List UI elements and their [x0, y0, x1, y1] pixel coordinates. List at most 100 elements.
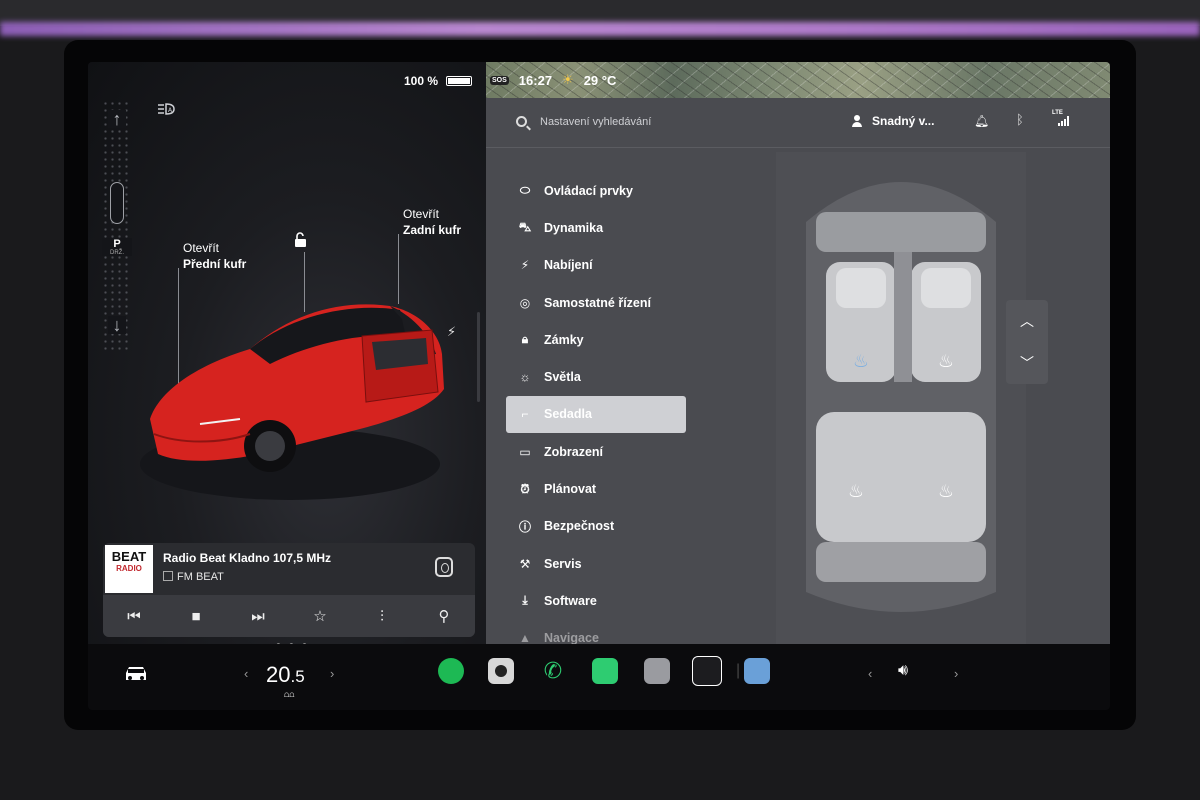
station-name: Radio Beat Kladno 107,5 MHz	[163, 551, 332, 565]
seat-heater-view: ♨ ♨ ♨ ♨	[776, 152, 1026, 644]
sun-icon: ☀	[562, 72, 574, 87]
settings-menu-label: Dynamika	[544, 220, 604, 235]
unlock-icon[interactable]	[293, 232, 307, 247]
driver-profile-button[interactable]: Snadný v...	[852, 114, 934, 128]
front-trunk-action: Otevřít	[183, 241, 220, 255]
notification-bell-icon[interactable]: 🔔︎	[974, 114, 989, 128]
seat-heat-driver-icon[interactable]: ♨	[853, 351, 869, 372]
seat-heat-rear-left-icon[interactable]: ♨	[848, 481, 864, 502]
settings-menu-item-sedadla[interactable]: ⌐ Sedadla	[506, 395, 686, 434]
settings-menu-item-zámky[interactable]: 🔒︎ Zámky	[506, 321, 686, 358]
alert-icon: ⓘ	[518, 519, 531, 534]
car-icon[interactable]	[122, 664, 150, 689]
settings-header: Snadný v... 🔔︎ ᛒ LTE	[486, 98, 1110, 148]
previous-icon[interactable]: ⏮	[119, 608, 149, 625]
ambient-light	[0, 22, 1200, 36]
steering-wheel-icon: ◎	[519, 295, 531, 310]
wrench-icon: ⚒	[519, 556, 531, 571]
settings-menu-label: Světla	[544, 370, 581, 385]
search-icon[interactable]: ⚲	[429, 607, 459, 625]
settings-menu-item-dynamika[interactable]: ⛍ Dynamika	[506, 209, 686, 246]
settings-menu-label: Samostatné řízení	[544, 295, 651, 310]
toggle-icon: ⬭	[519, 183, 531, 198]
media-player[interactable]: BEAT RADIO Radio Beat Kladno 107,5 MHz F…	[103, 543, 475, 637]
volume-down-icon[interactable]: ‹	[868, 666, 872, 681]
settings-menu-item-světla[interactable]: ☼ Světla	[506, 358, 686, 395]
gear-indicator: P DRŽ.	[102, 238, 132, 256]
next-icon[interactable]: ⏭	[243, 608, 273, 625]
signal-bars-icon	[1058, 116, 1072, 126]
car-3d-view	[140, 304, 444, 500]
phone-icon[interactable]: ✆	[540, 658, 566, 684]
temp-up-icon[interactable]: ›	[330, 666, 334, 681]
app-launcher-icon[interactable]	[692, 656, 722, 686]
favorite-star-icon[interactable]: ☆	[305, 607, 335, 625]
seat-icon: ⌐	[521, 407, 529, 422]
bluetooth-icon[interactable]: ᛒ	[1016, 112, 1024, 127]
settings-menu-item-bezpečnost[interactable]: ⓘ Bezpečnost	[506, 508, 686, 545]
volume-up-icon[interactable]: ›	[954, 666, 958, 681]
status-bar: SOS 16:27 ☀ 29 °C	[490, 72, 616, 88]
equalizer-icon[interactable]: ⫶	[367, 608, 397, 625]
volume-icon[interactable]: 🔊︎	[898, 662, 908, 680]
sos-icon[interactable]: SOS	[490, 75, 509, 85]
settings-menu-item-plánovat[interactable]: ⏰︎ Plánovat	[506, 470, 686, 507]
settings-menu-item-samostatné-řízení[interactable]: ◎ Samostatné řízení	[506, 284, 686, 321]
settings-search-input[interactable]	[540, 112, 780, 132]
user-icon	[852, 115, 862, 127]
driver-profile-name: Snadný v...	[872, 114, 935, 128]
station-logo: BEAT RADIO	[105, 545, 153, 593]
settings-panel: Snadný v... 🔔︎ ᛒ LTE ⬭ Ovládací prvky ⛍ Dyn…	[486, 98, 1110, 645]
settings-menu-label: Zámky	[544, 332, 584, 347]
settings-menu-label: Software	[544, 593, 597, 608]
rear-seat[interactable]	[816, 412, 986, 542]
settings-menu-label: Ovládací prvky	[544, 183, 633, 198]
radio-source-icon[interactable]	[435, 557, 453, 577]
chevron-up-icon[interactable]: ︿	[1006, 300, 1048, 342]
auto-headlights-icon: A	[156, 102, 178, 119]
dock-divider: |	[736, 662, 741, 679]
download-icon: ⤓	[522, 593, 528, 608]
settings-menu-item-nabíjení[interactable]: ⚡ Nabíjení	[506, 247, 686, 284]
settings-menu-item-ovládací-prvky[interactable]: ⬭ Ovládací prvky	[506, 172, 686, 209]
front-trunk-button[interactable]: Otevřít Přední kufr	[183, 240, 246, 272]
car-icon: ⛍	[518, 219, 532, 234]
fm-icon	[163, 571, 173, 581]
clock: 16:27	[518, 72, 553, 88]
seat-heat-icon: ⩍⩍	[284, 690, 295, 699]
gear-dots	[102, 100, 132, 350]
charts-icon[interactable]	[592, 658, 618, 684]
seat-heat-rear-right-icon[interactable]: ♨	[938, 481, 954, 502]
stop-icon[interactable]: ■	[181, 608, 211, 625]
media-controls: ⏮ ■ ⏭ ☆ ⫶ ⚲	[103, 595, 475, 637]
dashcam-icon[interactable]	[644, 658, 670, 684]
camera-icon[interactable]	[488, 658, 514, 684]
seat-heat-passenger-icon[interactable]: ♨	[938, 351, 954, 372]
rear-trunk-button[interactable]: Otevřít Zadní kufr	[403, 206, 461, 238]
settings-menu-item-software[interactable]: ⤓ Software	[506, 582, 686, 619]
settings-menu-label: Sedadla	[544, 407, 592, 422]
settings-menu-label: Nabíjení	[544, 258, 593, 273]
cabin-temperature[interactable]: 20.5	[266, 662, 305, 688]
mini-car-icon	[110, 182, 124, 224]
touchscreen: ↑ P DRŽ. ↓ A 100 % Otevřít Přední kufr Ot…	[88, 62, 1110, 710]
navigation-app-icon[interactable]	[744, 658, 770, 684]
gear-selector[interactable]: ↑ P DRŽ. ↓	[102, 100, 132, 350]
outside-temp: 29 °C	[583, 72, 617, 88]
settings-menu-item-zobrazení[interactable]: ▭ Zobrazení	[506, 433, 686, 470]
now-playing[interactable]: BEAT RADIO Radio Beat Kladno 107,5 MHz F…	[103, 543, 475, 595]
temp-down-icon[interactable]: ‹	[244, 666, 248, 681]
spotify-icon[interactable]	[438, 658, 464, 684]
settings-menu: ⬭ Ovládací prvky ⛍ Dynamika ⚡ Nabíjení ◎ Samost…	[506, 172, 686, 657]
battery-percent: 100 %	[404, 74, 439, 88]
arrow-up-icon[interactable]: ↑	[108, 110, 126, 128]
arrow-down-icon[interactable]: ↓	[108, 316, 126, 334]
settings-menu-item-servis[interactable]: ⚒ Servis	[506, 545, 686, 582]
lock-icon: 🔒︎	[521, 332, 529, 347]
settings-menu-label: Plánovat	[544, 482, 597, 497]
settings-menu-label: Servis	[544, 556, 582, 571]
view-scroll-buttons: ︿ ﹀	[1006, 300, 1048, 384]
front-trunk-name: Přední kufr	[183, 257, 247, 271]
rear-trunk-action: Otevřít	[403, 207, 440, 221]
chevron-down-icon[interactable]: ﹀	[1006, 342, 1048, 384]
